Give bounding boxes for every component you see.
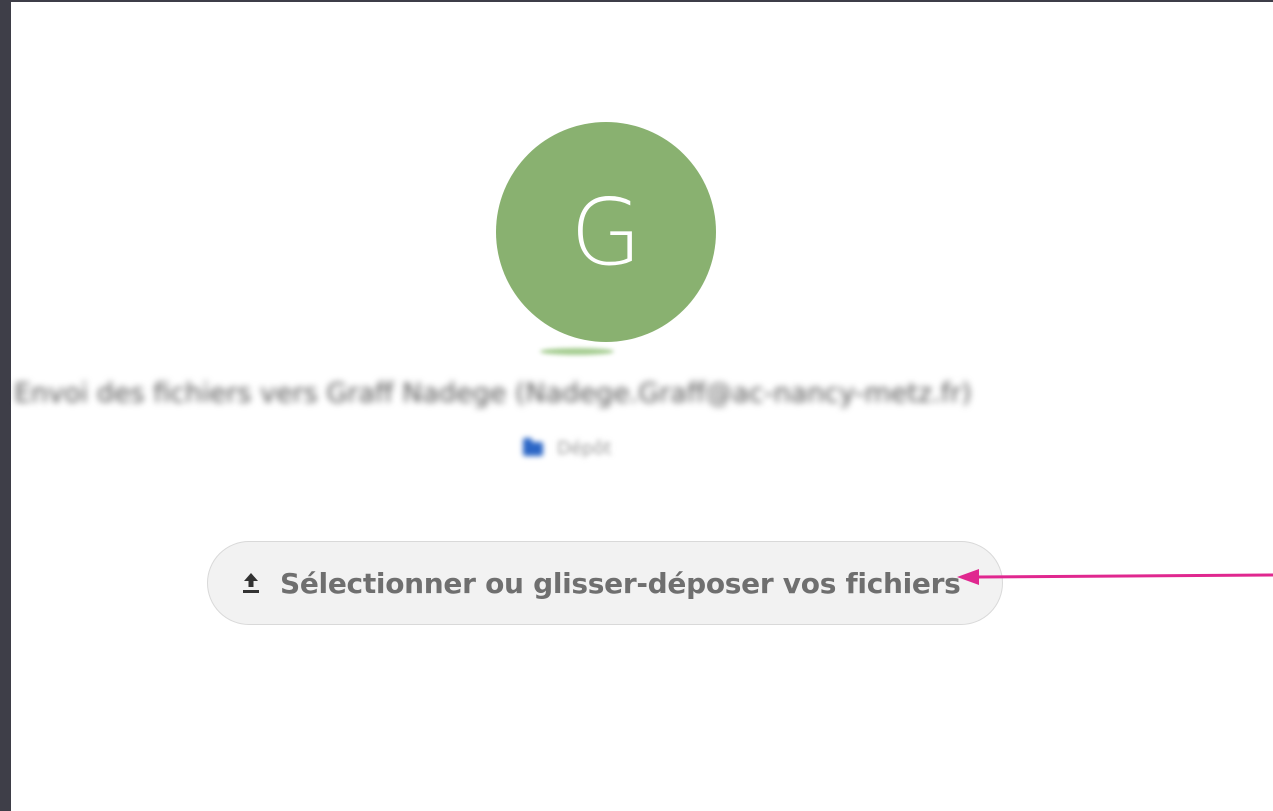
folder-label: Dépôt <box>557 438 612 459</box>
avatar-letter: G <box>570 178 642 286</box>
window-frame-top <box>0 0 1273 2</box>
annotation-arrow-icon <box>957 569 1273 585</box>
upload-files-button[interactable]: Sélectionner ou glisser-déposer vos fich… <box>207 541 1003 625</box>
avatar: G <box>496 122 716 342</box>
folder-icon <box>523 437 543 456</box>
upload-icon <box>243 573 259 593</box>
avatar-shadow <box>540 348 614 355</box>
window-frame-left <box>0 0 11 811</box>
folder-indicator: Dépôt <box>523 437 612 459</box>
recipient-heading: Envoi des fichiers vers Graff Nadege (Na… <box>14 378 972 409</box>
upload-label: Sélectionner ou glisser-déposer vos fich… <box>280 566 961 600</box>
